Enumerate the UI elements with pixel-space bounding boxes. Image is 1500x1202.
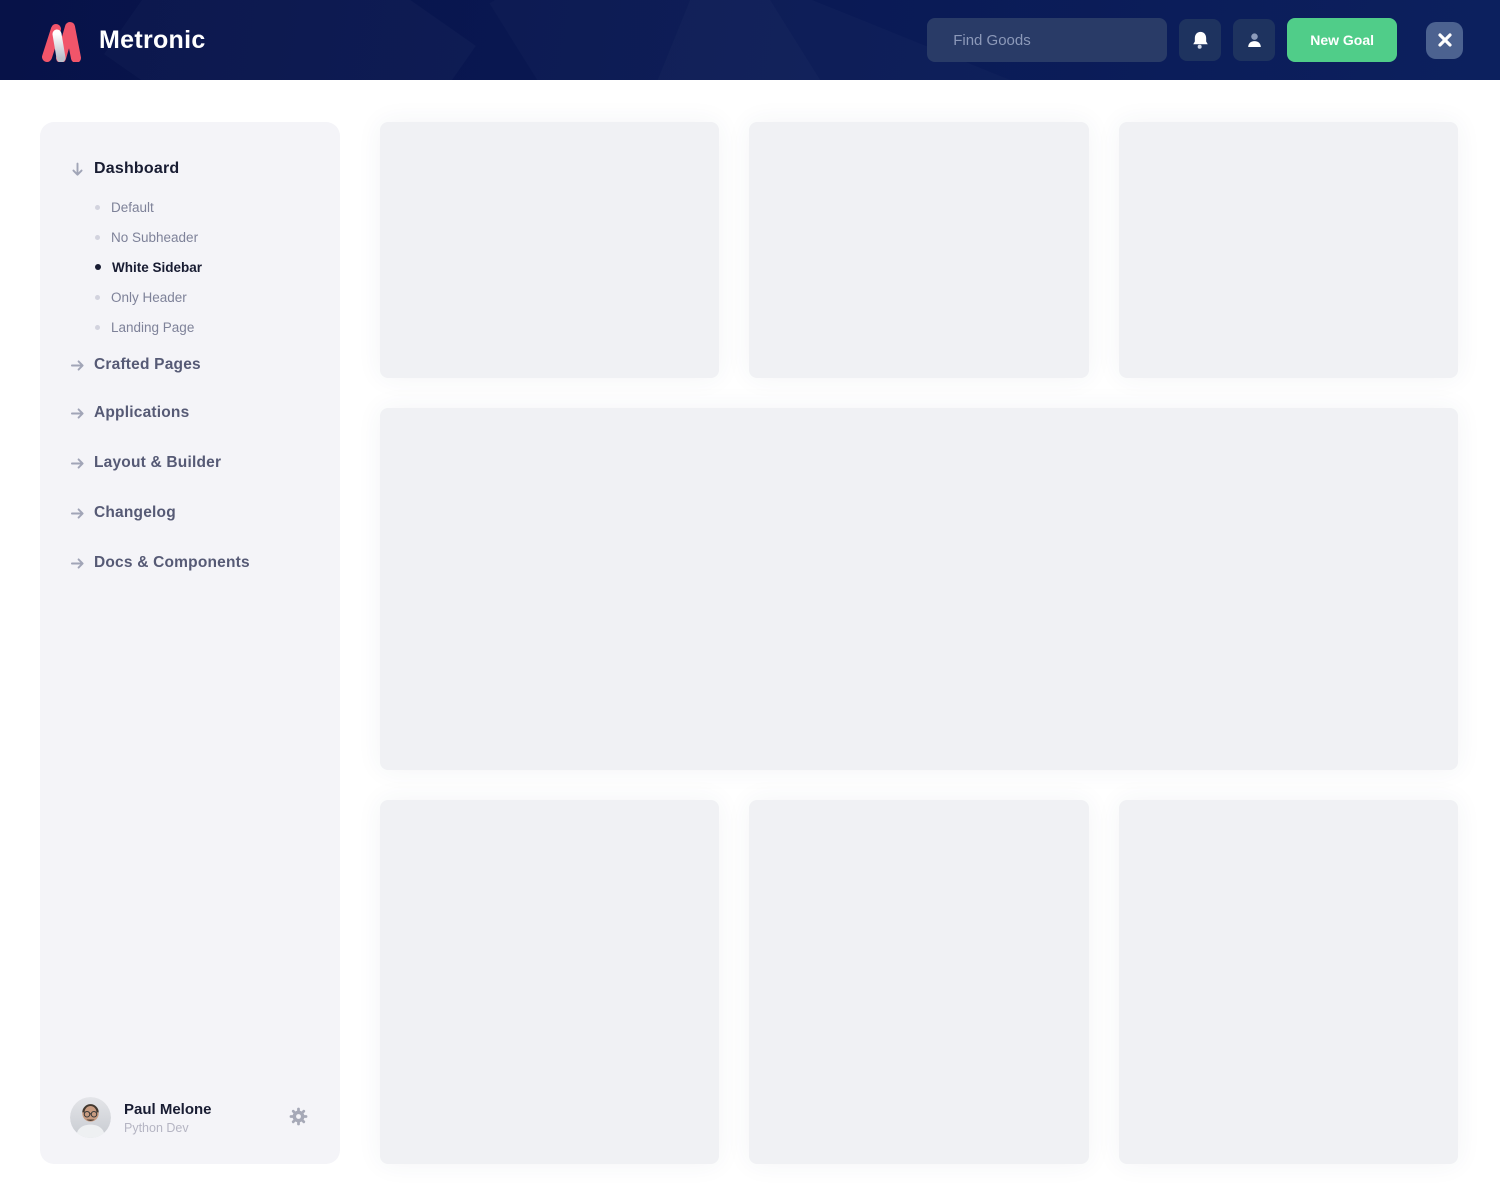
search-box[interactable] <box>927 18 1168 62</box>
placeholder-card <box>749 800 1089 1164</box>
brand[interactable]: Metronic <box>40 18 206 62</box>
metronic-logo-icon <box>42 22 81 62</box>
person-icon <box>1247 32 1261 47</box>
sidebar-item-label: Applications <box>94 404 190 421</box>
arrow-down-icon <box>70 162 85 177</box>
bottom-cards-row <box>380 800 1458 1164</box>
page-body: Dashboard Default No Subheader White Sid… <box>0 80 1500 1202</box>
sidebar-item-label: Dashboard <box>94 160 180 177</box>
bullet-icon <box>95 234 100 240</box>
main-content <box>380 122 1458 1164</box>
arrow-right-icon <box>70 506 85 521</box>
app-header: Metronic New Goal <box>0 0 1500 80</box>
sidebar-item-layout-builder[interactable]: Layout & Builder <box>40 438 340 488</box>
bell-icon <box>1192 31 1208 49</box>
sidebar-item-dashboard[interactable]: Dashboard <box>40 146 340 192</box>
settings-button[interactable] <box>285 1103 312 1133</box>
sidebar-subitem-white-sidebar[interactable]: White Sidebar <box>40 252 340 282</box>
new-goal-button[interactable]: New Goal <box>1287 18 1397 62</box>
dashboard-submenu: Default No Subheader White Sidebar Only … <box>40 192 340 342</box>
bullet-icon <box>95 204 100 210</box>
user-role: Python Dev <box>124 1120 189 1135</box>
close-button[interactable] <box>1426 21 1463 59</box>
placeholder-card <box>380 122 720 378</box>
arrow-right-icon <box>70 358 85 373</box>
search-input[interactable] <box>953 31 1153 49</box>
placeholder-card <box>1118 122 1458 378</box>
avatar[interactable] <box>70 1097 111 1138</box>
sidebar-item-label: Changelog <box>94 504 176 521</box>
top-cards-row <box>380 122 1458 378</box>
sidebar-item-docs-components[interactable]: Docs & Components <box>40 538 340 588</box>
sidebar-item-label: Layout & Builder <box>94 454 222 471</box>
arrow-right-icon <box>70 456 85 471</box>
brand-name: Metronic <box>99 25 206 54</box>
placeholder-card <box>1118 800 1458 1164</box>
sidebar-subitem-no-subheader[interactable]: No Subheader <box>40 222 340 252</box>
close-icon <box>1437 33 1452 47</box>
bullet-icon <box>95 264 101 270</box>
arrow-right-icon <box>70 556 85 571</box>
user-text: Paul Melone Python Dev <box>124 1101 212 1135</box>
placeholder-card <box>749 122 1089 378</box>
gear-icon <box>289 1107 308 1125</box>
bullet-icon <box>95 324 100 330</box>
sidebar: Dashboard Default No Subheader White Sid… <box>40 122 340 1164</box>
sidebar-subitem-default[interactable]: Default <box>40 192 340 222</box>
placeholder-card-wide <box>380 408 1458 770</box>
header-actions: New Goal <box>927 18 1463 62</box>
sidebar-item-crafted-pages[interactable]: Crafted Pages <box>40 342 340 388</box>
arrow-right-icon <box>70 406 85 421</box>
account-button[interactable] <box>1233 19 1276 61</box>
sidebar-item-changelog[interactable]: Changelog <box>40 488 340 538</box>
sidebar-item-label: Docs & Components <box>94 554 250 571</box>
user-profile[interactable]: Paul Melone Python Dev <box>40 1097 340 1138</box>
placeholder-card <box>380 800 720 1164</box>
sidebar-item-label: Crafted Pages <box>94 356 201 373</box>
sidebar-item-applications[interactable]: Applications <box>40 388 340 438</box>
user-name: Paul Melone <box>124 1100 212 1118</box>
sidebar-subitem-only-header[interactable]: Only Header <box>40 282 340 312</box>
bullet-icon <box>95 294 100 300</box>
sidebar-subitem-landing-page[interactable]: Landing Page <box>40 312 340 342</box>
notifications-button[interactable] <box>1179 19 1222 61</box>
